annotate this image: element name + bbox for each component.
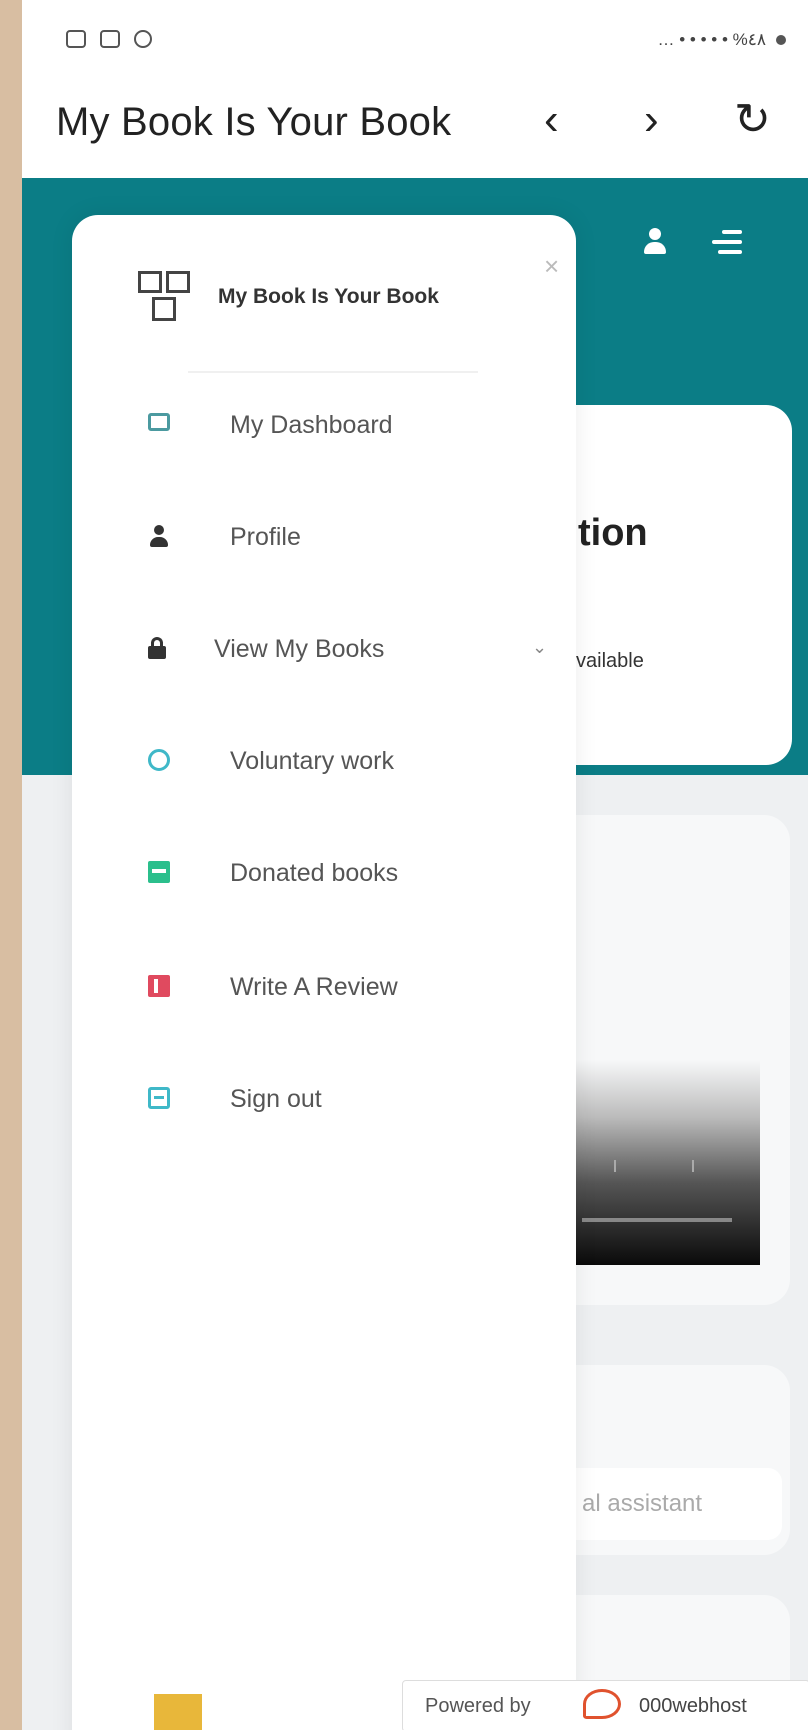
image-detail — [692, 1160, 694, 1172]
chevron-down-icon[interactable]: ⌄ — [532, 637, 547, 658]
powered-by-brand: 000webhost — [639, 1695, 747, 1717]
wifi-icon — [134, 30, 152, 48]
browser-toolbar: My Book Is Your Book ‹ › ↻ — [22, 80, 808, 179]
nav-item-label: View My Books — [214, 635, 385, 663]
logo-icon — [138, 271, 192, 325]
nav-item-label: My Dashboard — [230, 411, 393, 439]
drawer-brand: My Book Is Your Book — [218, 285, 439, 308]
nav-item-dashboard[interactable]: My Dashboard — [72, 391, 576, 461]
phone-screen: … • • • • • %٤٨ My Book Is Your Book ‹ ›… — [22, 0, 808, 1730]
monitor-icon — [148, 413, 170, 431]
lock-icon — [146, 637, 168, 659]
sim-icon — [66, 30, 86, 48]
nav-item-donated-books[interactable]: Donated books — [72, 839, 576, 909]
image-detail — [582, 1218, 732, 1222]
page-title: My Book Is Your Book — [56, 100, 452, 144]
nav-item-sign-out[interactable]: Sign out — [72, 1065, 576, 1135]
powered-by-badge[interactable]: Powered by 000webhost — [402, 1680, 808, 1730]
status-text: … • • • • • %٤٨ — [657, 30, 766, 49]
nav-item-label: Profile — [230, 523, 301, 551]
back-button[interactable]: ‹ — [544, 98, 559, 142]
powered-by-text: Powered by — [425, 1695, 531, 1717]
nav-item-write-review[interactable]: Write A Review — [72, 953, 576, 1023]
divider — [188, 371, 478, 373]
inbox-icon — [148, 861, 170, 883]
forward-button[interactable]: › — [644, 98, 659, 142]
battery-icon — [776, 35, 786, 45]
info-card — [542, 405, 792, 765]
status-bar: … • • • • • %٤٨ — [22, 0, 808, 80]
bookmark-icon — [148, 975, 170, 997]
nav-item-view-my-books[interactable]: View My Books ⌄ — [72, 615, 576, 685]
menu-icon[interactable] — [712, 230, 742, 256]
assistant-placeholder: al assistant — [582, 1490, 703, 1517]
nav-drawer: × My Book Is Your Book My Dashboard Prof… — [72, 215, 576, 1730]
globe-icon — [148, 749, 170, 771]
info-card-title: tion — [578, 512, 648, 554]
image-detail — [614, 1160, 616, 1172]
webhost-icon — [583, 1689, 621, 1719]
logout-icon — [148, 1087, 170, 1109]
close-icon[interactable]: × — [544, 251, 559, 282]
nav-item-label: Write A Review — [230, 973, 398, 1001]
alarm-icon — [100, 30, 120, 48]
library-logo — [154, 1694, 202, 1730]
nav-item-label: Donated books — [230, 859, 399, 887]
nav-item-voluntary-work[interactable]: Voluntary work — [72, 727, 576, 797]
nav-item-label: Voluntary work — [230, 747, 394, 775]
reload-button[interactable]: ↻ — [734, 98, 771, 142]
info-card-subtitle: vailable — [576, 650, 644, 672]
nav-item-profile[interactable]: Profile — [72, 503, 576, 573]
user-icon[interactable] — [642, 228, 668, 256]
nav-item-label: Sign out — [230, 1085, 322, 1113]
user-icon — [148, 525, 170, 547]
